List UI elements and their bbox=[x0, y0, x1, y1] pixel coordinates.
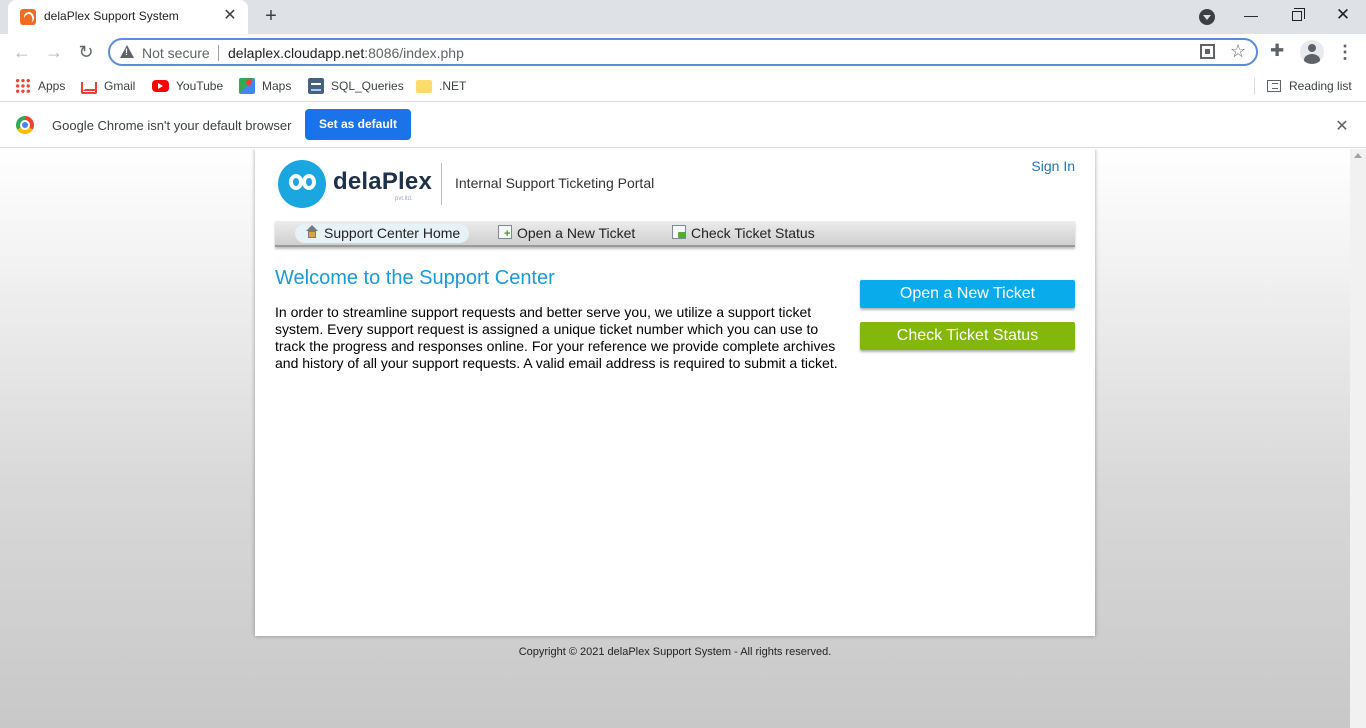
bookmark-label: SQL_Queries bbox=[331, 79, 404, 93]
browser-tab[interactable]: delaPlex Support System ✕ bbox=[8, 0, 248, 34]
site-favicon-icon bbox=[20, 9, 36, 25]
brand-name[interactable]: delaPlex bbox=[333, 168, 432, 196]
bookmarks-divider bbox=[1254, 78, 1255, 94]
bookmark-dotnet-folder[interactable]: .NET bbox=[416, 76, 466, 96]
portal-name: Internal Support Ticketing Portal bbox=[455, 175, 655, 191]
bookmark-label: YouTube bbox=[176, 79, 224, 93]
nav-support-center-home[interactable]: Support Center Home bbox=[295, 224, 470, 243]
home-icon bbox=[305, 225, 319, 239]
bookmark-label: .NET bbox=[439, 79, 467, 93]
bookmark-apps[interactable]: Apps bbox=[15, 76, 65, 96]
nav-open-new-ticket[interactable]: Open a New Ticket bbox=[488, 224, 644, 243]
bookmark-gmail[interactable]: Gmail bbox=[81, 76, 135, 96]
tab-search-icon[interactable] bbox=[1199, 9, 1215, 25]
browser-toolbar: ← → ↻ Not secure delaplex.cloudapp.net:8… bbox=[0, 34, 1366, 70]
check-ticket-status-button[interactable]: Check Ticket Status bbox=[860, 322, 1075, 350]
chrome-logo-icon bbox=[16, 116, 34, 134]
url-host: delaplex.cloudapp.net bbox=[228, 45, 365, 61]
bookmark-sql-queries[interactable]: SQL_Queries bbox=[308, 76, 404, 96]
bookmark-star-icon[interactable]: ☆ bbox=[1230, 41, 1246, 62]
tab-title: delaPlex Support System bbox=[44, 9, 179, 23]
reading-list-button[interactable]: Reading list bbox=[1267, 76, 1352, 96]
bookmarks-bar: Apps Gmail YouTube Maps SQL_Queries .NET… bbox=[0, 70, 1366, 102]
set-as-default-button[interactable]: Set as default bbox=[305, 109, 411, 140]
delaplex-logo-icon[interactable] bbox=[278, 160, 326, 208]
minimize-button[interactable]: — bbox=[1228, 0, 1274, 30]
sql-icon bbox=[308, 77, 324, 94]
forward-arrow-icon[interactable]: → bbox=[41, 39, 67, 65]
header-divider bbox=[441, 163, 442, 205]
nav-label: Check Ticket Status bbox=[691, 225, 815, 241]
tab-strip: delaPlex Support System ✕ + — ✕ bbox=[0, 0, 1366, 34]
close-tab-icon[interactable]: ✕ bbox=[220, 6, 240, 26]
address-bar[interactable]: Not secure delaplex.cloudapp.net:8086/in… bbox=[108, 38, 1258, 66]
default-browser-infobar: Google Chrome isn't your default browser… bbox=[0, 103, 1366, 148]
reading-list-label: Reading list bbox=[1289, 79, 1352, 93]
infobar-close-icon[interactable]: ✕ bbox=[1330, 115, 1354, 139]
main-nav: Support Center Home Open a New Ticket Ch… bbox=[275, 221, 1075, 247]
scroll-up-arrow-icon[interactable] bbox=[1354, 153, 1362, 158]
kebab-menu-icon[interactable]: ⋮ bbox=[1333, 40, 1357, 64]
ticket-status-icon bbox=[672, 225, 686, 240]
new-tab-button[interactable]: + bbox=[259, 5, 283, 29]
intro-paragraph: In order to streamline support requests … bbox=[275, 304, 838, 371]
infobar-message: Google Chrome isn't your default browser bbox=[52, 118, 292, 133]
open-new-ticket-button[interactable]: Open a New Ticket bbox=[860, 280, 1075, 308]
reading-list-icon bbox=[1267, 79, 1281, 92]
warning-icon[interactable] bbox=[120, 45, 134, 58]
new-ticket-icon bbox=[498, 225, 512, 240]
page-container: delaPlex pvt.ltd. Internal Support Ticke… bbox=[255, 149, 1095, 636]
folder-icon bbox=[416, 80, 432, 94]
page-title: Welcome to the Support Center bbox=[275, 267, 555, 289]
bookmark-youtube[interactable]: YouTube bbox=[152, 76, 223, 96]
nav-label: Support Center Home bbox=[324, 225, 461, 241]
bookmark-label: Apps bbox=[38, 79, 66, 93]
page-viewport: delaPlex pvt.ltd. Internal Support Ticke… bbox=[0, 149, 1350, 728]
url-path: :8086/index.php bbox=[364, 45, 464, 61]
omnibox-divider bbox=[218, 45, 219, 61]
bookmark-label: Maps bbox=[262, 79, 292, 93]
back-arrow-icon[interactable]: ← bbox=[9, 39, 35, 65]
reload-icon[interactable]: ↻ bbox=[73, 39, 99, 65]
maps-icon bbox=[239, 77, 255, 94]
nav-label: Open a New Ticket bbox=[517, 225, 636, 241]
gmail-icon bbox=[81, 81, 97, 94]
copyright-footer: Copyright © 2021 delaPlex Support System… bbox=[518, 646, 832, 658]
qr-code-icon[interactable] bbox=[1200, 44, 1215, 59]
apps-grid-icon bbox=[15, 77, 31, 94]
vertical-scrollbar[interactable] bbox=[1350, 149, 1366, 728]
extensions-puzzle-icon[interactable]: ✚ bbox=[1270, 41, 1284, 61]
window-close-button[interactable]: ✕ bbox=[1320, 0, 1366, 30]
sign-in-link[interactable]: Sign In bbox=[1031, 158, 1075, 174]
url-text[interactable]: delaplex.cloudapp.net:8086/index.php bbox=[228, 45, 464, 61]
bookmark-maps[interactable]: Maps bbox=[239, 76, 291, 96]
security-label[interactable]: Not secure bbox=[142, 45, 210, 61]
brand-subtitle: pvt.ltd. bbox=[395, 196, 413, 202]
restore-button[interactable] bbox=[1274, 0, 1320, 30]
bookmark-label: Gmail bbox=[104, 79, 136, 93]
restore-icon bbox=[1292, 8, 1305, 22]
nav-check-ticket-status[interactable]: Check Ticket Status bbox=[662, 224, 824, 243]
youtube-icon bbox=[152, 79, 169, 92]
profile-avatar-icon[interactable] bbox=[1300, 40, 1324, 64]
